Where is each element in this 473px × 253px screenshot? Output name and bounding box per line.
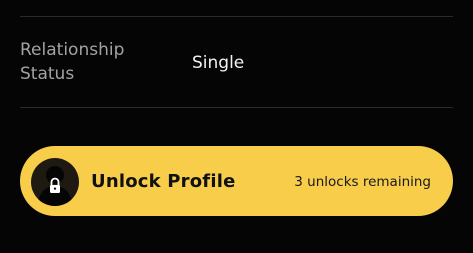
divider-top [20, 16, 453, 17]
unlocks-remaining-text: 3 unlocks remaining [294, 174, 431, 190]
relationship-status-value: Single [192, 53, 245, 73]
divider-bottom [20, 107, 453, 108]
profile-details-screen: Relationship Status Single Unlock Profil… [0, 0, 473, 253]
unlock-profile-label: Unlock Profile [91, 171, 236, 192]
unlock-profile-button[interactable]: Unlock Profile 3 unlocks remaining [20, 146, 453, 216]
locked-avatar-icon [31, 158, 79, 206]
relationship-status-label: Relationship Status [20, 40, 125, 84]
